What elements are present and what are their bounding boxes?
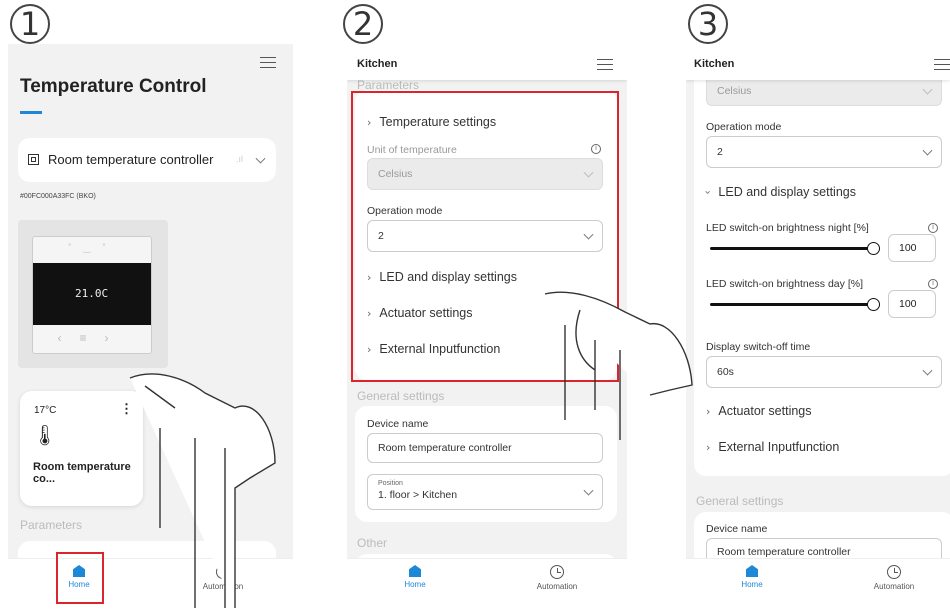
- device-name-value: Room temperature controller: [378, 442, 512, 454]
- device-tile[interactable]: 17°C ⋮ 🌡 Room temperature co...: [20, 391, 143, 506]
- panel-1-screen: Temperature Control Room temperature con…: [8, 44, 293, 604]
- parameters-card: Celsius Operation mode 2 › LED and displa…: [694, 74, 950, 476]
- header-title: Kitchen: [357, 58, 398, 70]
- brightness-night-label: LED switch-on brightness night [%]: [706, 222, 869, 234]
- device-name-label: Device name: [706, 523, 768, 535]
- nav-automation-label: Automation: [873, 582, 915, 591]
- external-input-toggle[interactable]: › External Inputfunction: [706, 440, 839, 454]
- nav-home-label: Home: [404, 580, 426, 589]
- step-number-2: 2: [343, 4, 383, 44]
- nav-automation-label: Automation: [202, 582, 244, 591]
- chevron-right-icon: ›: [706, 440, 711, 454]
- position-select[interactable]: Position 1. floor > Kitchen: [367, 474, 603, 510]
- slider-thumb[interactable]: [867, 298, 880, 311]
- header-bar: Kitchen: [686, 44, 950, 80]
- unit-value: Celsius: [717, 85, 752, 97]
- position-value: 1. floor > Kitchen: [378, 489, 458, 501]
- section-other: Other: [357, 536, 388, 550]
- brightness-day-label: LED switch-on brightness day [%]: [706, 278, 863, 290]
- device-name-label: Device name: [367, 418, 429, 430]
- home-icon: [409, 565, 421, 577]
- unit-select: Celsius: [706, 76, 942, 106]
- brightness-night-slider[interactable]: [710, 242, 880, 256]
- brightness-night-input[interactable]: 100: [888, 234, 936, 262]
- slider-track: [710, 303, 880, 306]
- chevron-down-icon: [922, 145, 933, 156]
- actuator-settings-toggle[interactable]: › Actuator settings: [706, 404, 812, 418]
- nav-home[interactable]: Home: [712, 565, 792, 589]
- info-icon[interactable]: i: [928, 279, 938, 289]
- nav-automation[interactable]: Automation: [854, 565, 934, 591]
- thermostat-image: ˚‿˚ 21.0C ‹≡›: [18, 220, 168, 368]
- display-off-label: Display switch-off time: [706, 341, 811, 353]
- section-general-settings: General settings: [357, 389, 445, 403]
- bottom-nav: Home Automation: [347, 558, 627, 604]
- menu-icon[interactable]: [934, 59, 950, 70]
- thermostat-display: 21.0C: [75, 287, 109, 300]
- external-input-label: External Inputfunction: [718, 440, 840, 454]
- highlight-parameters: [351, 91, 619, 382]
- display-off-select[interactable]: 60s: [706, 356, 942, 388]
- nav-automation-label: Automation: [536, 582, 578, 591]
- device-name-input[interactable]: Room temperature controller: [367, 433, 603, 463]
- info-icon[interactable]: i: [928, 223, 938, 233]
- section-parameters: Parameters: [20, 518, 83, 532]
- section-general-settings: General settings: [696, 494, 784, 508]
- page-title: Temperature Control: [20, 76, 207, 97]
- clock-icon: [216, 565, 230, 579]
- operation-mode-label: Operation mode: [706, 121, 782, 133]
- header-title: Kitchen: [694, 58, 735, 70]
- nav-automation[interactable]: Automation: [517, 565, 597, 591]
- thermometer-icon: 🌡: [32, 423, 58, 447]
- highlight-home: [56, 552, 104, 604]
- chevron-down-icon: [922, 84, 933, 95]
- step-number-1: 1: [10, 4, 50, 44]
- general-settings-card: Device name Room temperature controller …: [355, 406, 617, 522]
- home-icon: [746, 565, 758, 577]
- nav-home-label: Home: [741, 580, 763, 589]
- bottom-nav: Home Automation: [686, 558, 950, 604]
- operation-mode-value: 2: [717, 146, 723, 158]
- tile-device-name: Room temperature co...: [33, 461, 131, 485]
- brightness-day-value: 100: [899, 298, 917, 310]
- header-bar: Kitchen: [347, 44, 627, 80]
- led-settings-toggle[interactable]: › LED and display settings: [702, 185, 856, 199]
- operation-mode-select[interactable]: 2: [706, 136, 942, 168]
- chevron-down-icon: [255, 153, 266, 164]
- device-select-label: Room temperature controller: [48, 152, 214, 167]
- clock-icon: [550, 565, 564, 579]
- chevron-down-icon: ›: [701, 189, 715, 195]
- actuator-settings-label: Actuator settings: [718, 404, 812, 418]
- nav-home[interactable]: Home: [375, 565, 455, 589]
- brightness-day-input[interactable]: 100: [888, 290, 936, 318]
- brightness-night-value: 100: [899, 242, 917, 254]
- clock-icon: [887, 565, 901, 579]
- nav-automation[interactable]: Automation: [183, 565, 263, 591]
- slider-thumb[interactable]: [867, 242, 880, 255]
- menu-icon[interactable]: [597, 59, 613, 70]
- device-name-value: Room temperature controller: [717, 546, 851, 558]
- slider-track: [710, 247, 880, 250]
- brightness-day-slider[interactable]: [710, 298, 880, 312]
- bottom-nav: Home Automation: [8, 558, 293, 604]
- step-number-3: 3: [688, 4, 728, 44]
- tile-temperature: 17°C: [34, 405, 57, 416]
- title-accent-bar: [20, 111, 42, 114]
- device-icon: [28, 154, 39, 165]
- signal-icon: .ıl: [236, 154, 244, 164]
- menu-icon[interactable]: [260, 57, 276, 68]
- chevron-down-icon: [922, 365, 933, 376]
- device-selector[interactable]: Room temperature controller .ıl: [18, 138, 276, 182]
- led-settings-label: LED and display settings: [718, 185, 856, 199]
- device-id: #00FC000A33FC (BKO): [20, 193, 96, 200]
- panel-3-screen: Celsius Operation mode 2 › LED and displa…: [686, 44, 950, 604]
- chevron-right-icon: ›: [706, 404, 711, 418]
- more-options-icon[interactable]: ⋮: [120, 401, 133, 417]
- position-label: Position: [378, 480, 403, 487]
- display-off-value: 60s: [717, 366, 734, 378]
